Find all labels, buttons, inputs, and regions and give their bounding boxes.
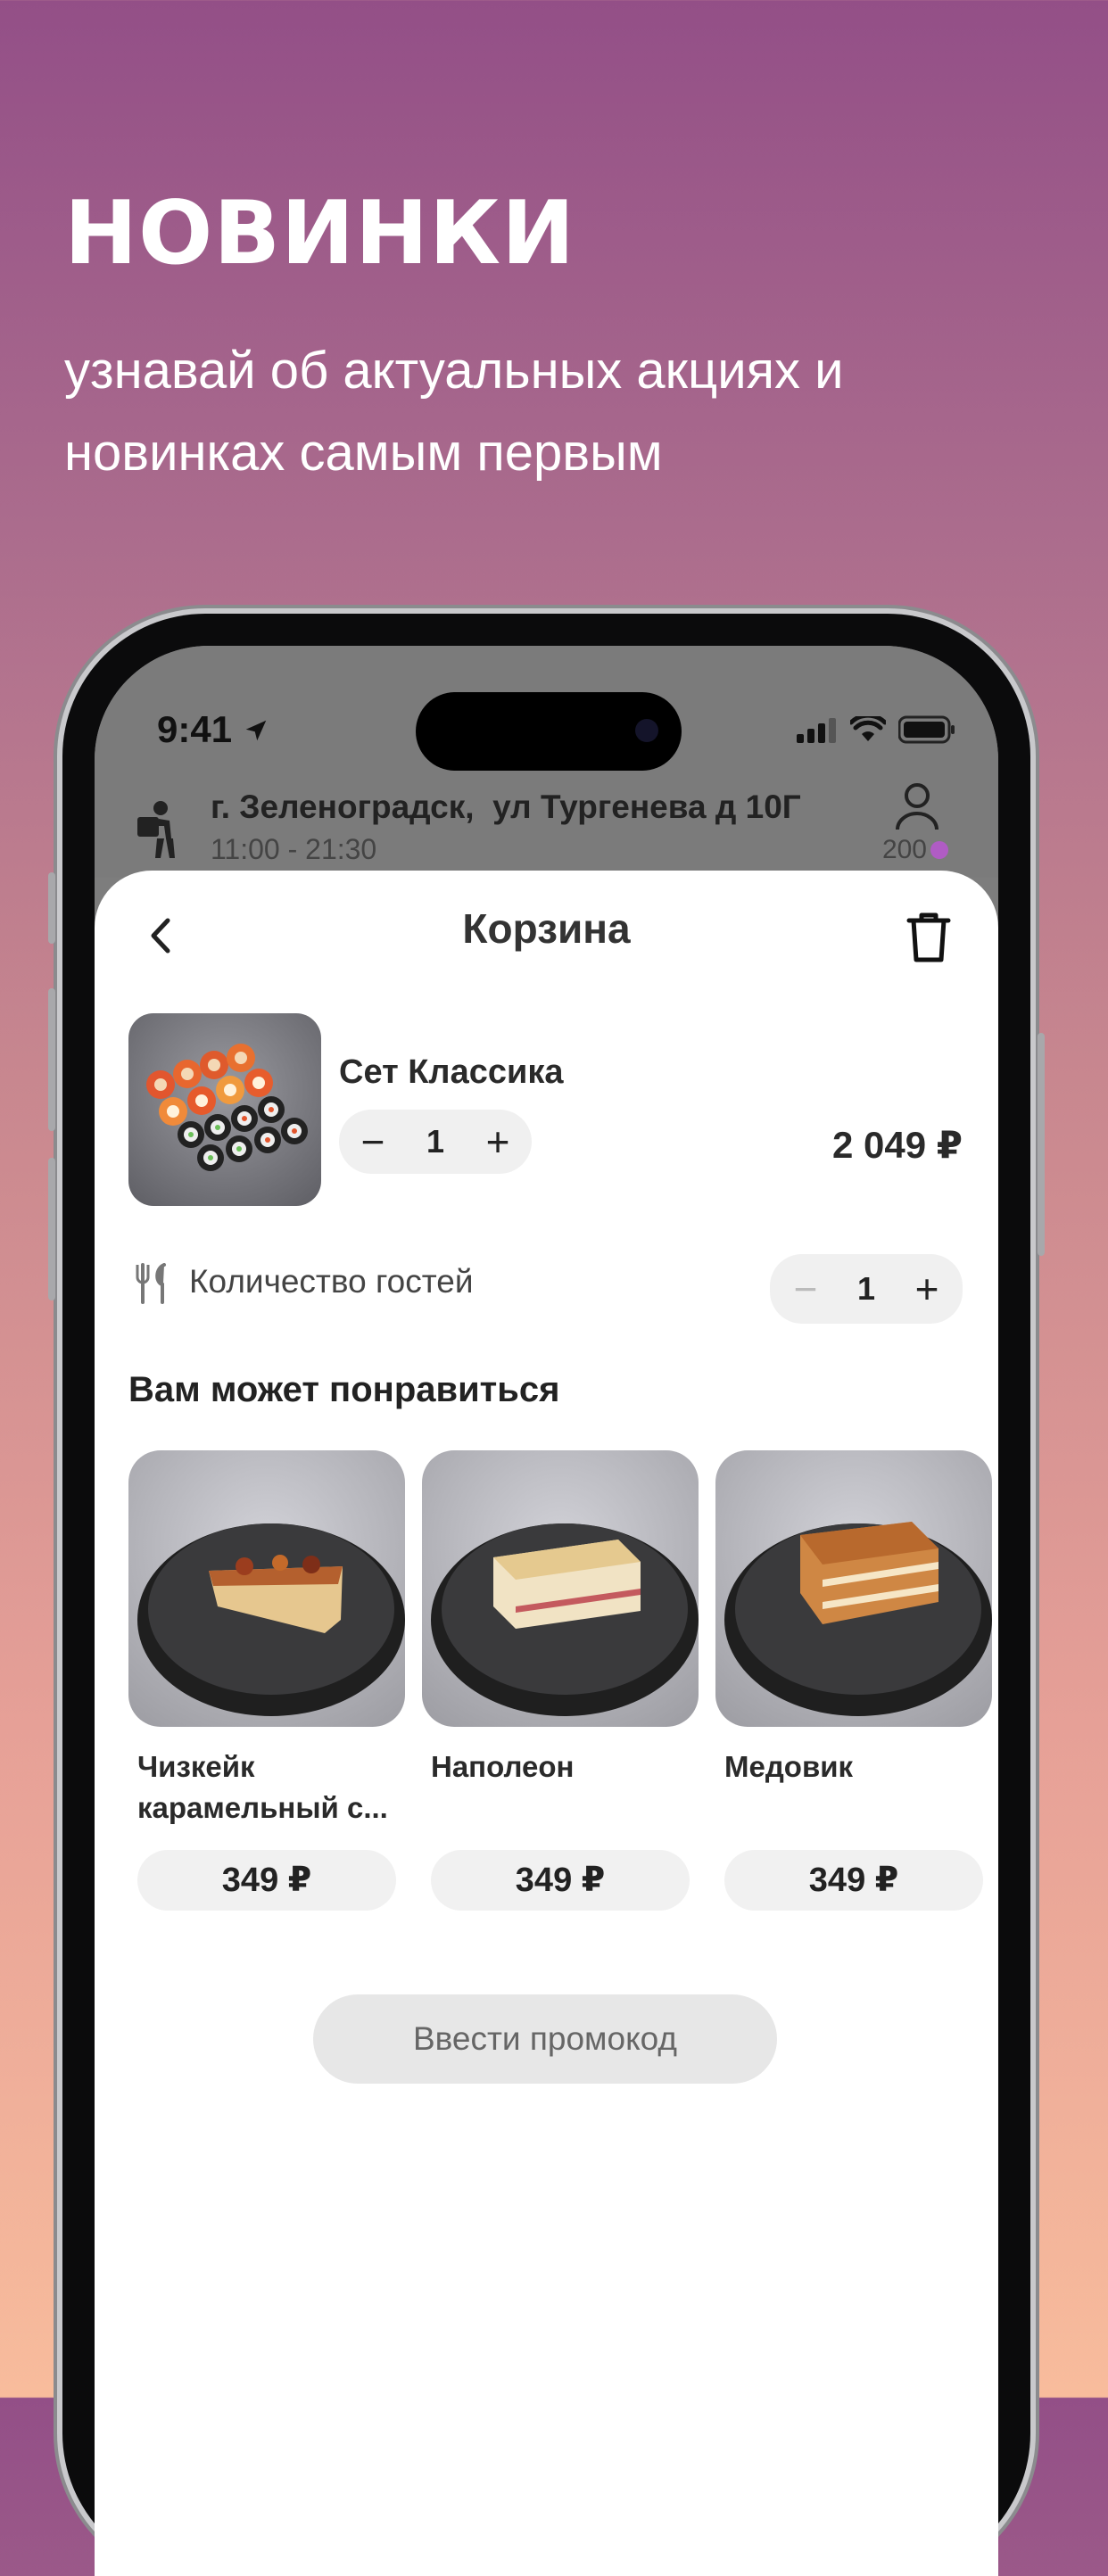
cutlery-icon [136, 1263, 166, 1304]
recommendation-name: Наполеон [431, 1750, 575, 1783]
address-bar[interactable]: г. Зеленоградск, ул Тургенева д 10Г 11:0… [134, 783, 963, 869]
phone-frame: 9:41 г. Зеленоградск, ул Тургенева д 10Г… [48, 614, 1045, 2576]
recommendation-price-button[interactable]: 349 ₽ [137, 1850, 396, 1911]
dynamic-island [416, 692, 682, 771]
volume-up-button [48, 988, 55, 1131]
recommendation-price-button[interactable]: 349 ₽ [431, 1850, 690, 1911]
item-decrease-button[interactable]: − [346, 1121, 400, 1162]
profile-icon[interactable] [895, 781, 939, 831]
recommendation-card[interactable]: Чизкейк карамельный с... 349 ₽ [128, 1450, 405, 1911]
cheesecake-image [128, 1450, 405, 1727]
sushi-set-image [146, 1044, 308, 1171]
item-quantity-stepper: − 1 + [339, 1110, 532, 1174]
recommendations-list: Чизкейк карамельный с... 349 ₽ Наполеон [128, 1450, 998, 1914]
location-arrow-icon [245, 720, 266, 741]
cart-sheet: Корзина Сет Классика − 1 + 2 049 ₽ Колич… [95, 871, 998, 2576]
recommendation-name: Чизкейк карамельный с... [137, 1750, 388, 1824]
medovik-image [715, 1450, 992, 1727]
guests-increase-button[interactable]: + [900, 1268, 954, 1309]
recommendation-name: Медовик [724, 1750, 854, 1783]
cart-item-image [128, 1013, 321, 1206]
app-screen: 9:41 г. Зеленоградск, ул Тургенева д 10Г… [95, 646, 998, 2576]
status-icons [797, 715, 955, 744]
cart-item-name: Сет Классика [339, 1053, 564, 1091]
guests-stepper: − 1 + [770, 1254, 963, 1324]
guests-decrease-button[interactable]: − [779, 1268, 832, 1309]
guests-label: Количество гостей [189, 1263, 474, 1300]
napoleon-image [422, 1450, 699, 1727]
delivery-person-icon [137, 801, 175, 858]
bonus-points[interactable]: 200 [882, 835, 948, 865]
item-increase-button[interactable]: + [471, 1121, 525, 1162]
status-bar: 9:41 [95, 646, 998, 771]
cart-item-price: 2 049 ₽ [832, 1124, 963, 1166]
status-time: 9:41 [157, 708, 269, 751]
trash-icon[interactable] [904, 910, 954, 963]
bonus-coin-icon [930, 841, 948, 859]
bonus-points-value: 200 [881, 835, 927, 864]
recommendation-card[interactable]: Медовик 349 ₽ [715, 1450, 992, 1911]
battery-icon [898, 715, 955, 744]
promo-code-button[interactable]: Ввести промокод [313, 1994, 777, 2084]
page-title: Корзина [462, 905, 631, 952]
guests-quantity: 1 [856, 1270, 876, 1307]
volume-down-button [48, 1158, 55, 1300]
delivery-address: г. Зеленоградск, ул Тургенева д 10Г [211, 788, 801, 825]
promo-subtitle: узнавай об актуальных акциях и новинках … [64, 342, 844, 482]
recommendation-price-button[interactable]: 349 ₽ [724, 1850, 983, 1911]
wifi-icon [850, 716, 886, 741]
item-quantity: 1 [426, 1123, 445, 1160]
recommend-title: Вам может понравиться [128, 1370, 560, 1409]
promo-title: НОВИНКИ [64, 183, 576, 285]
working-hours: 11:00 - 21:30 [211, 833, 377, 865]
guests-row: Количество гостей − 1 + [134, 1254, 963, 1325]
signal-icon [797, 718, 836, 743]
mute-switch [48, 872, 55, 944]
power-button [1038, 1033, 1045, 1256]
recommendation-card[interactable]: Наполеон 349 ₽ [422, 1450, 699, 1911]
